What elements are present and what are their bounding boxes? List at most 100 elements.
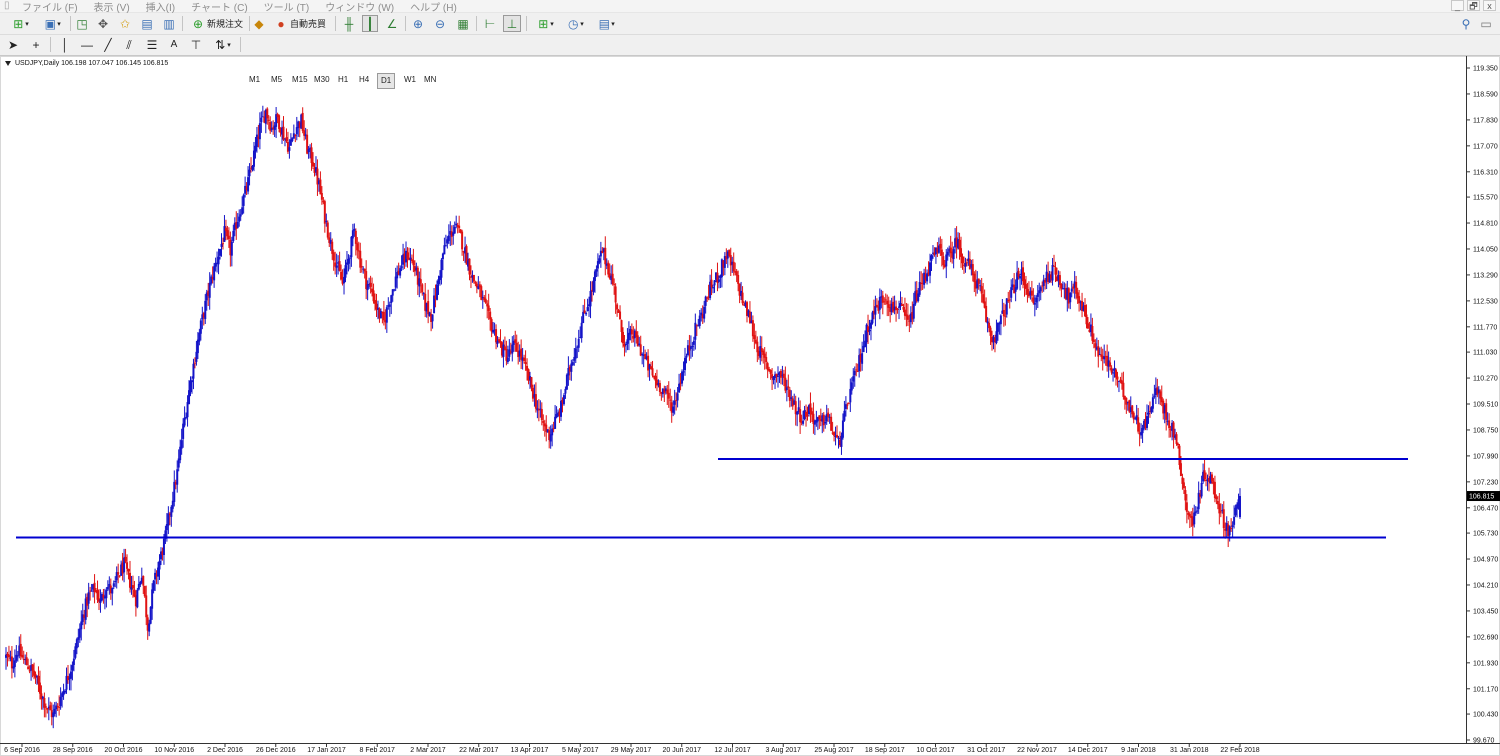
navigator-button[interactable]: ✩ <box>117 15 133 32</box>
minimize-button[interactable]: _ <box>1451 0 1464 11</box>
auto-trading-button[interactable]: ● 自動売買 <box>270 15 330 32</box>
channel-button[interactable]: ⫽ <box>122 36 136 53</box>
y-tick-label: 117.070 <box>1473 143 1498 150</box>
dropdown-arrow-icon: ▾ <box>227 41 231 49</box>
candle-body <box>1200 483 1203 497</box>
close-button[interactable]: x <box>1483 0 1496 11</box>
candle-body <box>220 243 223 247</box>
menu-file[interactable]: ファイル (F) <box>22 0 78 14</box>
periods-button[interactable]: ◷ ▾ <box>561 15 589 32</box>
line-chart-button[interactable]: ∠ <box>384 15 400 32</box>
candle-body <box>912 304 915 319</box>
bar-chart-button[interactable]: ╫ <box>341 15 357 32</box>
toolbar-separator <box>249 16 250 31</box>
candle-body <box>260 117 263 123</box>
metaeditor-button[interactable]: ◆ <box>252 15 266 32</box>
chart-menu-triangle-icon[interactable] <box>5 61 11 66</box>
candle-body <box>818 415 821 420</box>
candle-body <box>841 420 844 438</box>
candle-body <box>53 708 56 714</box>
y-tick-label: 118.590 <box>1473 91 1498 98</box>
candle-body <box>363 268 366 272</box>
candlestick-button[interactable]: ┃ <box>362 15 378 32</box>
profiles-button[interactable]: ▣ ▾ <box>38 15 66 32</box>
candle-body <box>258 123 261 140</box>
candle-body <box>353 228 356 231</box>
candle-body <box>776 375 779 377</box>
candle-body <box>989 327 992 336</box>
candle-body <box>503 346 506 350</box>
candle-body <box>614 286 617 303</box>
candle-body <box>619 311 622 320</box>
chat-button[interactable]: ▭ <box>1478 15 1494 32</box>
y-tick-label: 111.770 <box>1473 324 1497 331</box>
menu-view[interactable]: 表示 (V) <box>94 0 130 14</box>
search-button[interactable]: ⚲ <box>1460 15 1472 32</box>
cursor-button[interactable]: ➤ <box>6 36 20 53</box>
price-chart[interactable]: 119.350 118.590 117.830 117.070 116.310 115.5… <box>0 56 1500 756</box>
candle-body <box>266 108 269 119</box>
candle-body <box>1239 496 1241 518</box>
menu-window[interactable]: ウィンドウ (W) <box>325 0 394 14</box>
candle-body <box>490 319 493 332</box>
menu-insert[interactable]: 挿入(I) <box>146 0 175 14</box>
arrows-button[interactable]: ⇅ ▾ <box>210 36 234 53</box>
vertical-line-button[interactable]: │ <box>58 36 72 53</box>
indicators-button[interactable]: ⊞ ▾ <box>532 15 558 32</box>
menu-help[interactable]: ヘルプ (H) <box>410 0 457 14</box>
auto-scroll-button[interactable]: ⊥ <box>503 15 521 32</box>
tile-windows-button[interactable]: ▦ <box>455 15 471 32</box>
market-watch-button[interactable]: ◳ <box>74 15 90 32</box>
trendline-button[interactable]: ╱ <box>101 36 115 53</box>
zoom-out-button[interactable]: ⊖ <box>432 15 448 32</box>
zoom-in-button[interactable]: ⊕ <box>410 15 426 32</box>
candle-body <box>1147 412 1150 415</box>
channel-icon: ⫽ <box>126 37 132 52</box>
candle-body <box>554 416 557 429</box>
new-chart-button[interactable]: ⊞ ▾ <box>6 15 34 32</box>
crosshair-button[interactable]: + <box>28 36 44 53</box>
candle-body <box>193 362 196 364</box>
candle-body <box>310 147 313 164</box>
candle-body <box>769 369 772 374</box>
templates-icon: ▤ <box>598 16 610 31</box>
chart-shift-button[interactable]: ⊢ <box>482 15 498 32</box>
new-order-button[interactable]: ⊕ 新規注文 <box>188 15 246 32</box>
strategy-tester-button[interactable]: ▥ <box>161 15 177 32</box>
candle-body <box>613 284 616 286</box>
candle-body <box>1085 314 1088 325</box>
candle-body <box>1033 302 1036 305</box>
candle-body <box>388 304 391 307</box>
x-tick-label: 20 Jun 2017 <box>662 747 701 754</box>
menu-chart[interactable]: チャート (C) <box>191 0 248 14</box>
candle-body <box>676 393 679 401</box>
chart-window[interactable]: 119.350 118.590 117.830 117.070 116.310 115.5… <box>0 56 1500 756</box>
chart-shift-icon: ⊢ <box>484 16 496 31</box>
candle-body <box>176 469 179 485</box>
candle-body <box>571 362 574 366</box>
text-button[interactable]: A <box>167 36 181 53</box>
candle-body <box>474 282 477 284</box>
candle-body <box>1194 511 1197 513</box>
candle-body <box>1132 412 1135 420</box>
templates-button[interactable]: ▤ ▾ <box>592 15 620 32</box>
candle-body <box>366 284 369 291</box>
data-window-button[interactable]: ✥ <box>95 15 111 32</box>
text-label-button[interactable]: ⊤ <box>189 36 203 53</box>
candle-body <box>833 432 836 436</box>
new-order-label: 新規注文 <box>206 19 243 29</box>
fibonacci-button[interactable]: ☰ <box>145 36 159 53</box>
terminal-button[interactable]: ▤ <box>139 15 155 32</box>
candle-body <box>186 402 189 418</box>
candle-body <box>1122 382 1125 398</box>
candle-body <box>785 387 788 391</box>
restore-button[interactable]: 🗗 <box>1467 0 1480 11</box>
menu-tools[interactable]: ツール (T) <box>264 0 310 14</box>
horizontal-line-button[interactable]: — <box>80 36 94 53</box>
candle-body <box>980 286 983 294</box>
x-tick-label: 5 May 2017 <box>562 747 599 754</box>
candle-body <box>806 415 809 417</box>
candle-body <box>421 284 424 293</box>
candle-body <box>1112 372 1115 374</box>
toolbar-separator <box>50 37 51 52</box>
